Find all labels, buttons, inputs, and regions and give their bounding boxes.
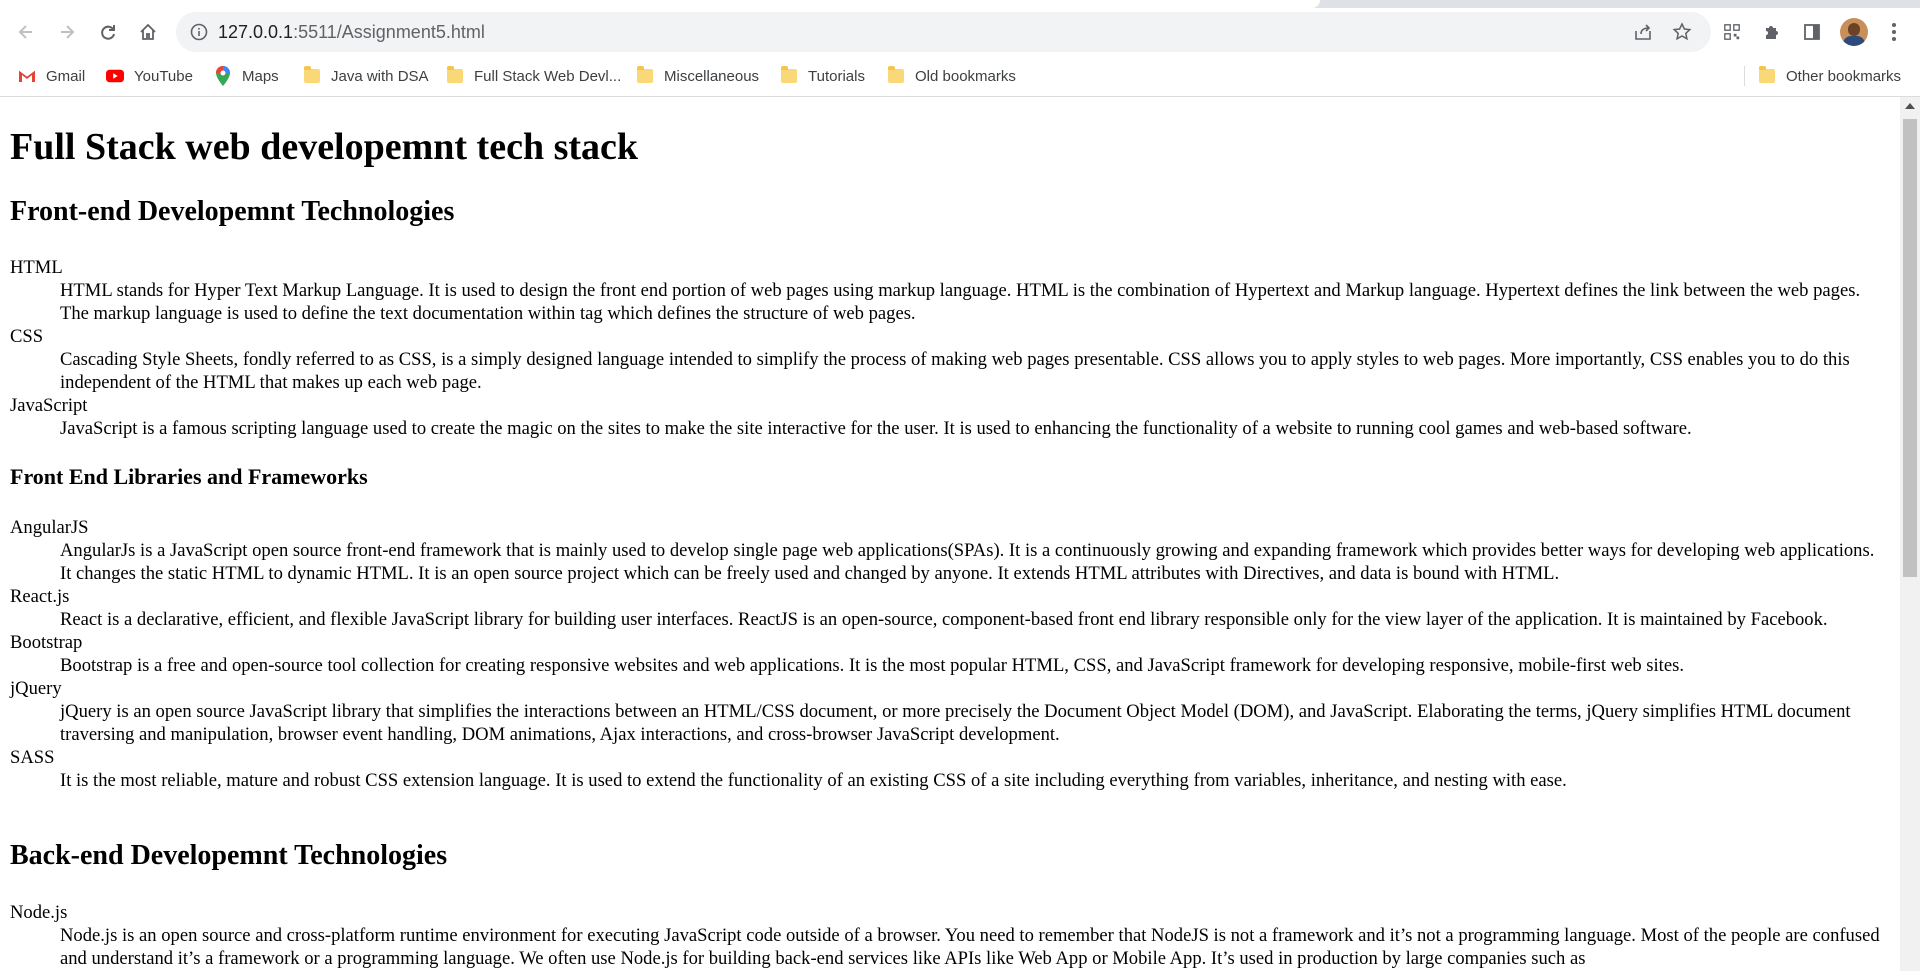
star-icon	[1672, 22, 1692, 41]
home-button[interactable]	[132, 16, 164, 48]
folder-icon	[636, 66, 654, 85]
share-button[interactable]	[1631, 20, 1655, 44]
reload-button[interactable]	[92, 16, 124, 48]
term-reactjs: React.js	[10, 586, 70, 607]
back-button[interactable]	[10, 16, 42, 48]
profile-avatar[interactable]	[1840, 18, 1868, 46]
bookmark-miscellaneous[interactable]: Miscellaneous	[636, 64, 759, 88]
gmail-icon	[18, 67, 36, 85]
bookmarks-bar: Gmail YouTube Maps Java with DSA Full St…	[0, 56, 1920, 97]
desc-nodejs: Node.js is an open source and cross-plat…	[60, 925, 1880, 969]
maps-icon	[214, 66, 232, 86]
folder-icon	[1758, 66, 1776, 85]
desc-html: HTML stands for Hyper Text Markup Langua…	[60, 280, 1861, 324]
page-viewport: Full Stack web developemnt tech stack Fr…	[0, 97, 1900, 971]
bookmark-tutorials[interactable]: Tutorials	[780, 64, 865, 88]
share-icon	[1635, 24, 1651, 40]
url-path: :5511/Assignment5.html	[293, 22, 485, 42]
folder-icon	[887, 66, 905, 85]
bookmark-label: Old bookmarks	[915, 67, 1016, 85]
avatar-body	[1843, 36, 1865, 46]
term-html: HTML	[10, 257, 63, 278]
desc-bootstrap: Bootstrap is a free and open-source tool…	[60, 655, 1684, 676]
scrollbar-thumb[interactable]	[1903, 119, 1917, 577]
browser-toolbar: 127.0.0.1:5511/Assignment5.html	[0, 8, 1920, 56]
folder-icon	[303, 66, 321, 85]
bookmarks-separator	[1744, 66, 1745, 86]
back-arrow-icon	[18, 25, 32, 39]
term-nodejs: Node.js	[10, 902, 68, 923]
term-css: CSS	[10, 326, 44, 347]
bookmark-star-button[interactable]	[1670, 20, 1694, 44]
term-sass: SASS	[10, 747, 55, 768]
side-panel-button[interactable]	[1800, 20, 1824, 44]
term-jquery: jQuery	[10, 678, 62, 699]
term-javascript: JavaScript	[10, 395, 88, 416]
bookmark-maps[interactable]: Maps	[214, 64, 279, 88]
qr-code-button[interactable]	[1720, 20, 1744, 44]
desc-javascript: JavaScript is a famous scripting languag…	[60, 418, 1692, 439]
side-panel-icon	[1804, 24, 1820, 40]
bookmark-label: Gmail	[46, 67, 86, 85]
libraries-definition-list: AngularJS AngularJs is a JavaScript open…	[10, 516, 1880, 792]
forward-button[interactable]	[51, 16, 83, 48]
menu-dot	[1892, 30, 1896, 34]
term-angularjs: AngularJS	[10, 517, 89, 538]
desc-sass: It is the most reliable, mature and robu…	[60, 770, 1567, 791]
bookmark-label: Full Stack Web Devl...	[474, 67, 622, 85]
backend-heading: Back-end Developemnt Technologies	[10, 840, 448, 871]
menu-button[interactable]	[1882, 20, 1906, 44]
bookmark-label: YouTube	[134, 67, 193, 85]
bookmark-old-bookmarks[interactable]: Old bookmarks	[887, 64, 1016, 88]
scroll-up-arrow-icon[interactable]	[1905, 103, 1915, 109]
reload-icon	[101, 25, 115, 40]
bookmark-java-with-dsa[interactable]: Java with DSA	[303, 64, 429, 88]
desc-reactjs: React is a declarative, efficient, and f…	[60, 609, 1828, 630]
site-info-icon[interactable]	[190, 23, 208, 41]
bookmark-label: Tutorials	[808, 67, 865, 85]
backend-definition-list: Node.js Node.js is an open source and cr…	[10, 901, 1880, 970]
forward-arrow-icon	[61, 25, 75, 39]
desc-angularjs: AngularJs is a JavaScript open source fr…	[60, 540, 1875, 584]
qr-code-icon	[1724, 24, 1740, 40]
menu-dot	[1892, 23, 1896, 27]
puzzle-icon	[1766, 26, 1778, 39]
bookmark-label: Miscellaneous	[664, 67, 760, 85]
folder-icon	[446, 66, 464, 85]
frontend-definition-list: HTML HTML stands for Hyper Text Markup L…	[10, 256, 1880, 440]
bookmark-label: Other bookmarks	[1786, 67, 1902, 85]
url-text[interactable]: 127.0.0.1:5511/Assignment5.html	[218, 22, 485, 43]
active-tab-edge[interactable]	[0, 0, 1320, 8]
bookmark-gmail[interactable]: Gmail	[18, 64, 85, 88]
bookmark-label: Java with DSA	[331, 67, 429, 85]
menu-dot	[1892, 37, 1896, 41]
bookmark-youtube[interactable]: YouTube	[106, 64, 193, 88]
tab-strip	[0, 0, 1920, 8]
term-bootstrap: Bootstrap	[10, 632, 83, 653]
desc-jquery: jQuery is an open source JavaScript libr…	[60, 701, 1851, 745]
frontend-heading: Front-end Developemnt Technologies	[10, 196, 455, 227]
bookmark-full-stack[interactable]: Full Stack Web Devl...	[446, 64, 621, 88]
url-host: 127.0.0.1	[218, 22, 294, 42]
desc-css: Cascading Style Sheets, fondly referred …	[60, 349, 1850, 393]
extensions-button[interactable]	[1760, 20, 1784, 44]
bookmark-other-bookmarks[interactable]: Other bookmarks	[1758, 64, 1901, 88]
address-bar[interactable]: 127.0.0.1:5511/Assignment5.html	[176, 12, 1711, 52]
vertical-scrollbar[interactable]	[1900, 97, 1920, 971]
libraries-heading: Front End Libraries and Frameworks	[10, 464, 368, 489]
folder-icon	[780, 66, 798, 85]
page-title: Full Stack web developemnt tech stack	[10, 126, 639, 168]
bookmark-label: Maps	[242, 67, 279, 85]
avatar-face	[1848, 23, 1860, 36]
home-icon	[140, 23, 156, 40]
youtube-icon	[106, 67, 124, 85]
